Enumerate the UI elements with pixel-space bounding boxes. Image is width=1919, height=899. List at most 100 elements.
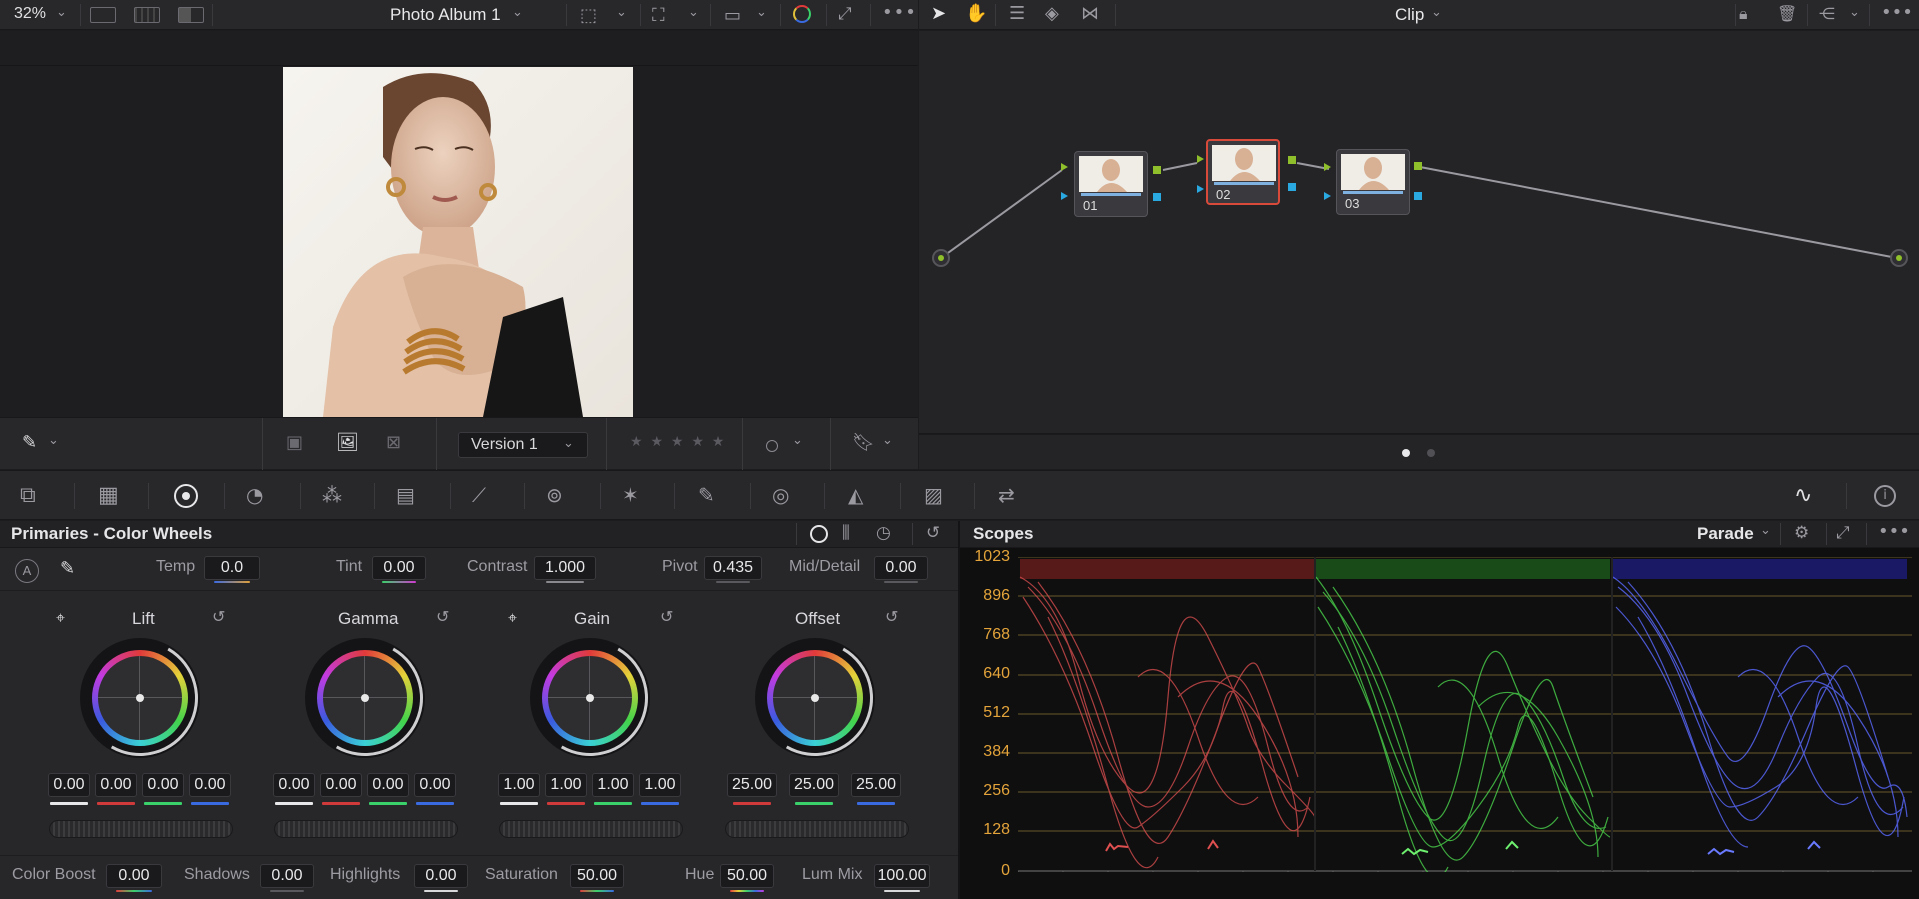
hdr-wheels-icon[interactable]: ◔: [246, 483, 263, 507]
offset-reset-icon[interactable]: ↺: [885, 607, 898, 626]
node-01[interactable]: 01: [1074, 151, 1148, 217]
offset-puck[interactable]: [811, 694, 819, 702]
zoom-level[interactable]: 32%: [14, 5, 46, 23]
gain-b-input[interactable]: 1.00: [639, 773, 681, 797]
gamma-b-input[interactable]: 0.00: [414, 773, 456, 797]
tint-input[interactable]: 0.00: [372, 556, 426, 580]
album-title[interactable]: Photo Album 1: [390, 5, 501, 25]
scope-settings-icon[interactable]: ⚙: [1794, 523, 1809, 543]
grab-still-icon[interactable]: ▣: [286, 432, 303, 453]
highlight-icon[interactable]: ⛶: [652, 5, 665, 26]
node-link-icon[interactable]: ⋈: [1081, 3, 1099, 24]
shadows-input[interactable]: 0.00: [260, 864, 314, 888]
color-boost-slider[interactable]: [116, 890, 152, 892]
flag-circle-icon[interactable]: [766, 440, 778, 452]
chevron-down-icon[interactable]: ⌄: [512, 5, 523, 20]
lum-mix-input[interactable]: 100.00: [874, 864, 930, 888]
lift-g-input[interactable]: 0.00: [142, 773, 184, 797]
gain-picker-icon[interactable]: ⌖: [508, 608, 517, 628]
lift-b-input[interactable]: 0.00: [189, 773, 231, 797]
gain-g-input[interactable]: 1.00: [592, 773, 634, 797]
chevron-down-icon[interactable]: ⌄: [56, 5, 67, 20]
wheels-mode-icon[interactable]: [810, 525, 828, 543]
gamma-r-input[interactable]: 0.00: [320, 773, 362, 797]
layers-icon[interactable]: ◈: [1045, 3, 1059, 24]
bookmark-icon[interactable]: 🔖︎: [852, 432, 875, 453]
chevron-down-icon[interactable]: ⌄: [48, 433, 59, 448]
warper-mesh-icon[interactable]: ✶: [622, 483, 639, 507]
lock-icon[interactable]: 🔒︎: [1739, 4, 1748, 24]
gamma-wheel[interactable]: [293, 626, 437, 770]
hue-slider[interactable]: [730, 890, 764, 892]
highlights-slider[interactable]: [424, 890, 458, 892]
image-icon[interactable]: 🖼︎: [336, 432, 359, 453]
info-icon[interactable]: i: [1874, 485, 1896, 507]
motion-effects-icon[interactable]: ▤: [396, 483, 415, 507]
gamma-g-input[interactable]: 0.00: [367, 773, 409, 797]
more-options-icon[interactable]: •••: [1878, 521, 1910, 542]
temp-input[interactable]: 0.0: [204, 556, 260, 580]
lift-reset-icon[interactable]: ↺: [212, 607, 225, 626]
chevron-down-icon[interactable]: ⌄: [756, 5, 767, 20]
page-dot[interactable]: [1427, 449, 1435, 457]
color-warper-icon[interactable]: ⊚: [546, 483, 563, 507]
viewer-image[interactable]: [283, 67, 633, 417]
gain-reset-icon[interactable]: ↺: [660, 607, 673, 626]
page-dot-active[interactable]: [1402, 449, 1410, 457]
offset-g-input[interactable]: 25.00: [789, 773, 839, 797]
gain-wheel[interactable]: [518, 626, 662, 770]
lift-puck[interactable]: [136, 694, 144, 702]
middetail-slider[interactable]: [884, 581, 918, 583]
lift-y-input[interactable]: 0.00: [48, 773, 90, 797]
trash-icon[interactable]: 🗑︎: [1777, 4, 1797, 23]
color-match-icon[interactable]: ▦: [98, 483, 119, 508]
lum-mix-slider[interactable]: [884, 890, 920, 892]
pointer-icon[interactable]: ➤: [931, 3, 946, 24]
scopes-icon[interactable]: ∿: [1794, 483, 1812, 508]
offset-b-input[interactable]: 25.00: [851, 773, 901, 797]
pivot-input[interactable]: 0.435: [704, 556, 762, 580]
chevron-down-icon[interactable]: ⌄: [688, 5, 699, 20]
node-graph[interactable]: 01 02 03: [919, 31, 1919, 434]
chevron-down-icon[interactable]: ⌄: [1760, 523, 1771, 538]
remove-still-icon[interactable]: ⊠: [386, 432, 401, 453]
lift-wheel[interactable]: [68, 626, 212, 770]
hue-input[interactable]: 50.00: [720, 864, 774, 888]
sizing-icon[interactable]: ⇄: [998, 483, 1015, 507]
node-stack-icon[interactable]: ☰: [1009, 3, 1025, 24]
chevron-down-icon[interactable]: ⌄: [616, 5, 627, 20]
gamma-reset-icon[interactable]: ↺: [436, 607, 449, 626]
pivot-slider[interactable]: [716, 581, 750, 583]
lift-picker-icon[interactable]: ⌖: [56, 608, 65, 628]
curves-icon[interactable]: ⟋: [472, 483, 486, 507]
bars-mode-icon[interactable]: ⫼: [842, 523, 850, 543]
gain-puck[interactable]: [586, 694, 594, 702]
version-dropdown[interactable]: Version 1 ⌄: [458, 432, 588, 458]
expand-icon[interactable]: ⤢: [838, 4, 852, 24]
eyedropper-icon[interactable]: ✎: [22, 432, 37, 453]
saturation-input[interactable]: 50.00: [570, 864, 624, 888]
gain-master-wheel[interactable]: [499, 820, 683, 838]
gain-y-input[interactable]: 1.00: [498, 773, 540, 797]
node-02[interactable]: 02: [1206, 139, 1280, 205]
split-wipe-icon[interactable]: [178, 7, 204, 23]
offset-master-wheel[interactable]: [725, 820, 909, 838]
color-picker-icon[interactable]: [793, 5, 811, 23]
more-options-icon[interactable]: •••: [1881, 2, 1913, 23]
reset-icon[interactable]: ↺: [926, 523, 940, 543]
highlights-input[interactable]: 0.00: [414, 864, 468, 888]
qualifier-icon[interactable]: ✎: [698, 483, 715, 507]
star-rating[interactable]: ★ ★ ★ ★ ★: [630, 433, 726, 450]
node-mode-label[interactable]: Clip: [1395, 5, 1424, 25]
node-03[interactable]: 03: [1336, 149, 1410, 215]
gamma-master-wheel[interactable]: [274, 820, 458, 838]
expand-icon[interactable]: ⤢: [1836, 523, 1850, 543]
shadows-slider[interactable]: [270, 890, 304, 892]
offset-wheel[interactable]: [743, 626, 887, 770]
rgb-mixer-icon[interactable]: ⁂: [322, 483, 342, 507]
temp-slider[interactable]: [214, 581, 250, 583]
more-options-icon[interactable]: •••: [882, 2, 917, 23]
contrast-input[interactable]: 1.000: [534, 556, 596, 580]
layout-icon[interactable]: ▭: [724, 5, 741, 26]
lift-master-wheel[interactable]: [49, 820, 233, 838]
